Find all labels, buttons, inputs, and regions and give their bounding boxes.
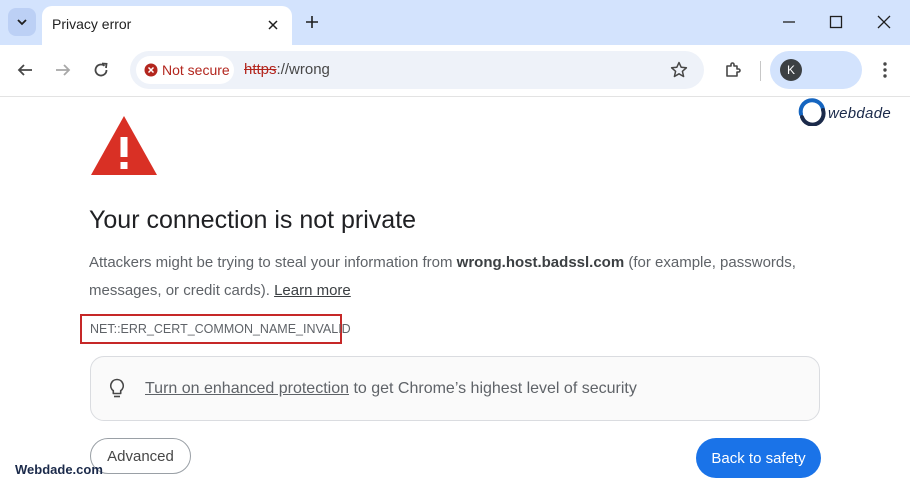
- arrow-right-icon: [56, 64, 71, 76]
- puzzle-icon: [726, 62, 741, 77]
- back-button[interactable]: [12, 57, 38, 83]
- url-rest: ://wrong: [276, 61, 330, 78]
- desc-host: wrong.host.badssl.com: [456, 254, 625, 271]
- toolbar-separator: [760, 61, 761, 81]
- tab-strip: Privacy error: [0, 0, 910, 45]
- menu-button[interactable]: [876, 59, 894, 81]
- reload-button[interactable]: [88, 57, 114, 83]
- enhanced-protection-rest: to get Chrome’s highest level of securit…: [349, 380, 637, 397]
- url-text: https://wrong: [244, 61, 330, 78]
- close-icon: [268, 20, 278, 30]
- address-bar[interactable]: Not secure https://wrong: [130, 51, 704, 89]
- advanced-button[interactable]: Advanced: [90, 438, 191, 474]
- desc-part1: Attackers might be trying to steal your …: [89, 254, 457, 271]
- webdade-logo-icon: [798, 98, 826, 126]
- avatar: K: [780, 59, 802, 81]
- error-code[interactable]: NET::ERR_CERT_COMMON_NAME_INVALID: [90, 322, 351, 336]
- error-description: Attackers might be trying to steal your …: [89, 249, 819, 305]
- maximize-icon: [829, 15, 843, 29]
- tab-search-button[interactable]: [8, 8, 36, 36]
- url-scheme: https: [244, 61, 277, 78]
- forward-button[interactable]: [50, 57, 76, 83]
- toolbar: Not secure https://wrong K: [0, 45, 910, 97]
- kebab-menu-icon: [883, 62, 887, 78]
- tab-close-button[interactable]: [264, 16, 282, 34]
- enhanced-protection-card: Turn on enhanced protection to get Chrom…: [90, 356, 820, 421]
- error-code-highlight: NET::ERR_CERT_COMMON_NAME_INVALID: [80, 314, 351, 344]
- warning-triangle-icon: [91, 116, 157, 175]
- page-title: Your connection is not private: [89, 206, 417, 234]
- minimize-button[interactable]: [777, 10, 801, 34]
- close-window-button[interactable]: [872, 10, 896, 34]
- profile-button[interactable]: K: [770, 51, 862, 89]
- star-icon[interactable]: [670, 61, 688, 79]
- plus-icon: [306, 16, 318, 28]
- reload-icon: [94, 62, 108, 77]
- watermark-text: Webdade.com: [15, 462, 103, 477]
- maximize-button[interactable]: [824, 10, 848, 34]
- chevron-down-icon: [17, 19, 27, 26]
- warning-circle-icon: [144, 63, 158, 77]
- new-tab-button[interactable]: [300, 10, 324, 34]
- webdade-logo-text: webdade: [828, 105, 891, 122]
- minimize-icon: [783, 21, 795, 23]
- webdade-logo: webdade: [798, 98, 902, 126]
- back-to-safety-button[interactable]: Back to safety: [696, 438, 821, 478]
- enhanced-protection-text: Turn on enhanced protection to get Chrom…: [145, 380, 637, 398]
- extensions-button[interactable]: [720, 57, 746, 83]
- tab-title: Privacy error: [52, 16, 132, 32]
- learn-more-link[interactable]: Learn more: [274, 282, 351, 299]
- security-chip-label: Not secure: [162, 62, 230, 78]
- enhanced-protection-link[interactable]: Turn on enhanced protection: [145, 380, 349, 397]
- lightbulb-icon: [109, 378, 125, 398]
- tab-privacy-error[interactable]: Privacy error: [42, 6, 292, 45]
- arrow-left-icon: [17, 64, 32, 76]
- close-icon: [877, 15, 891, 29]
